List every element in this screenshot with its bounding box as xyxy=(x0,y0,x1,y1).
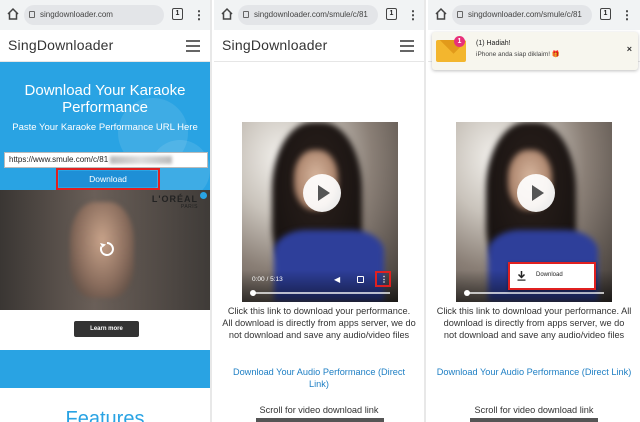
lock-icon xyxy=(29,11,35,18)
hero-section: Download Your Karaoke Performance Paste … xyxy=(0,62,210,190)
panel-homepage: singdownloader.com 1 ⋮ SingDownloader Do… xyxy=(0,0,212,422)
video-player[interactable]: Download xyxy=(456,122,612,302)
url-text: singdownloader.com/smule/c/81 xyxy=(468,10,582,19)
notification-title: (1) Hadiah! xyxy=(476,40,511,47)
video-time: 0:00 / 5:13 xyxy=(252,276,283,283)
home-icon[interactable] xyxy=(220,7,234,21)
tab-switcher-button[interactable]: 1 xyxy=(386,8,397,20)
ad-info-icon[interactable] xyxy=(200,192,207,199)
hero-title: Download Your Karaoke Performance xyxy=(24,82,186,116)
video-link-button[interactable] xyxy=(470,418,598,422)
site-header: SingDownloader xyxy=(214,30,424,62)
audio-direct-link[interactable]: Download Your Audio Performance (Direct … xyxy=(222,366,416,390)
section-band xyxy=(0,350,210,388)
volume-icon[interactable]: ◀ xyxy=(334,276,342,284)
ad-brand-logo: L'ORÉAL PARIS xyxy=(151,194,198,210)
browser-toolbar: singdownloader.com/smule/c/81 1 ⋮ xyxy=(428,0,640,30)
browser-menu-icon[interactable]: ⋮ xyxy=(621,8,633,22)
tab-switcher-button[interactable]: 1 xyxy=(600,8,611,20)
browser-toolbar: singdownloader.com/smule/c/81 1 ⋮ xyxy=(214,0,424,30)
video-options-menu: Download xyxy=(508,262,596,290)
lock-icon xyxy=(457,11,463,18)
address-bar[interactable]: singdownloader.com xyxy=(24,5,164,25)
screenshot-collage: singdownloader.com 1 ⋮ SingDownloader Do… xyxy=(0,0,640,422)
audio-direct-link[interactable]: Download Your Audio Performance (Direct … xyxy=(436,366,632,378)
close-icon[interactable]: × xyxy=(627,44,632,54)
replay-icon[interactable] xyxy=(98,240,116,258)
address-bar[interactable]: singdownloader.com/smule/c/81 xyxy=(238,5,378,25)
fullscreen-icon[interactable] xyxy=(357,276,364,283)
browser-toolbar: singdownloader.com 1 ⋮ xyxy=(0,0,210,30)
download-description: Click this link to download your perform… xyxy=(222,306,416,341)
tab-switcher-button[interactable]: 1 xyxy=(172,8,183,20)
browser-menu-icon[interactable]: ⋮ xyxy=(193,8,205,22)
scroll-hint: Scroll for video download link xyxy=(259,405,379,415)
url-input-value: https://www.smule.com/c/81 xyxy=(9,155,109,164)
ad-image[interactable]: L'ORÉAL PARIS xyxy=(0,190,210,310)
redacted-text xyxy=(110,155,173,164)
features-heading: Features xyxy=(65,408,145,422)
video-controls: 0:00 / 5:13 ◀ ⋮ xyxy=(242,270,398,302)
hero-subtitle: Paste Your Karaoke Performance URL Here xyxy=(12,122,198,133)
scroll-hint: Scroll for video download link xyxy=(474,405,594,415)
download-icon xyxy=(517,271,526,281)
address-bar[interactable]: singdownloader.com/smule/c/81 xyxy=(452,5,592,25)
url-text: singdownloader.com/smule/c/81 xyxy=(254,10,368,19)
learn-more-button[interactable]: Learn more xyxy=(74,321,139,337)
panel-video-page: singdownloader.com/smule/c/81 1 ⋮ SingDo… xyxy=(214,0,426,422)
site-logo[interactable]: SingDownloader xyxy=(8,37,114,53)
video-link-button[interactable] xyxy=(256,418,384,422)
menu-download-option[interactable]: Download xyxy=(536,272,563,278)
advertisement[interactable]: L'ORÉAL PARIS Learn more xyxy=(0,190,210,350)
lock-icon xyxy=(243,11,249,18)
home-icon[interactable] xyxy=(6,7,20,21)
url-text: singdownloader.com xyxy=(40,10,113,19)
download-description: Click this link to download your perform… xyxy=(436,306,632,341)
play-icon[interactable] xyxy=(303,174,341,212)
performance-url-input[interactable]: https://www.smule.com/c/81 xyxy=(4,152,208,168)
browser-menu-icon[interactable]: ⋮ xyxy=(407,8,419,22)
video-player[interactable]: 0:00 / 5:13 ◀ ⋮ xyxy=(242,122,398,302)
push-notification[interactable]: 1 (1) Hadiah! iPhone anda siap diklaim! … xyxy=(432,32,638,70)
site-logo[interactable]: SingDownloader xyxy=(222,37,328,53)
progress-knob[interactable] xyxy=(250,290,256,296)
video-progress-bar[interactable] xyxy=(250,290,390,296)
site-header: SingDownloader xyxy=(0,30,210,62)
notification-body: iPhone anda siap diklaim! 🎁 xyxy=(476,51,560,58)
home-icon[interactable] xyxy=(434,7,448,21)
hamburger-menu-icon[interactable] xyxy=(186,40,200,52)
notification-badge: 1 xyxy=(454,36,465,47)
progress-knob[interactable] xyxy=(464,290,470,296)
hamburger-menu-icon[interactable] xyxy=(400,40,414,52)
play-icon[interactable] xyxy=(517,174,555,212)
download-button[interactable]: Download xyxy=(59,171,157,187)
highlight-box xyxy=(375,271,391,287)
video-progress-bar[interactable] xyxy=(464,290,604,296)
